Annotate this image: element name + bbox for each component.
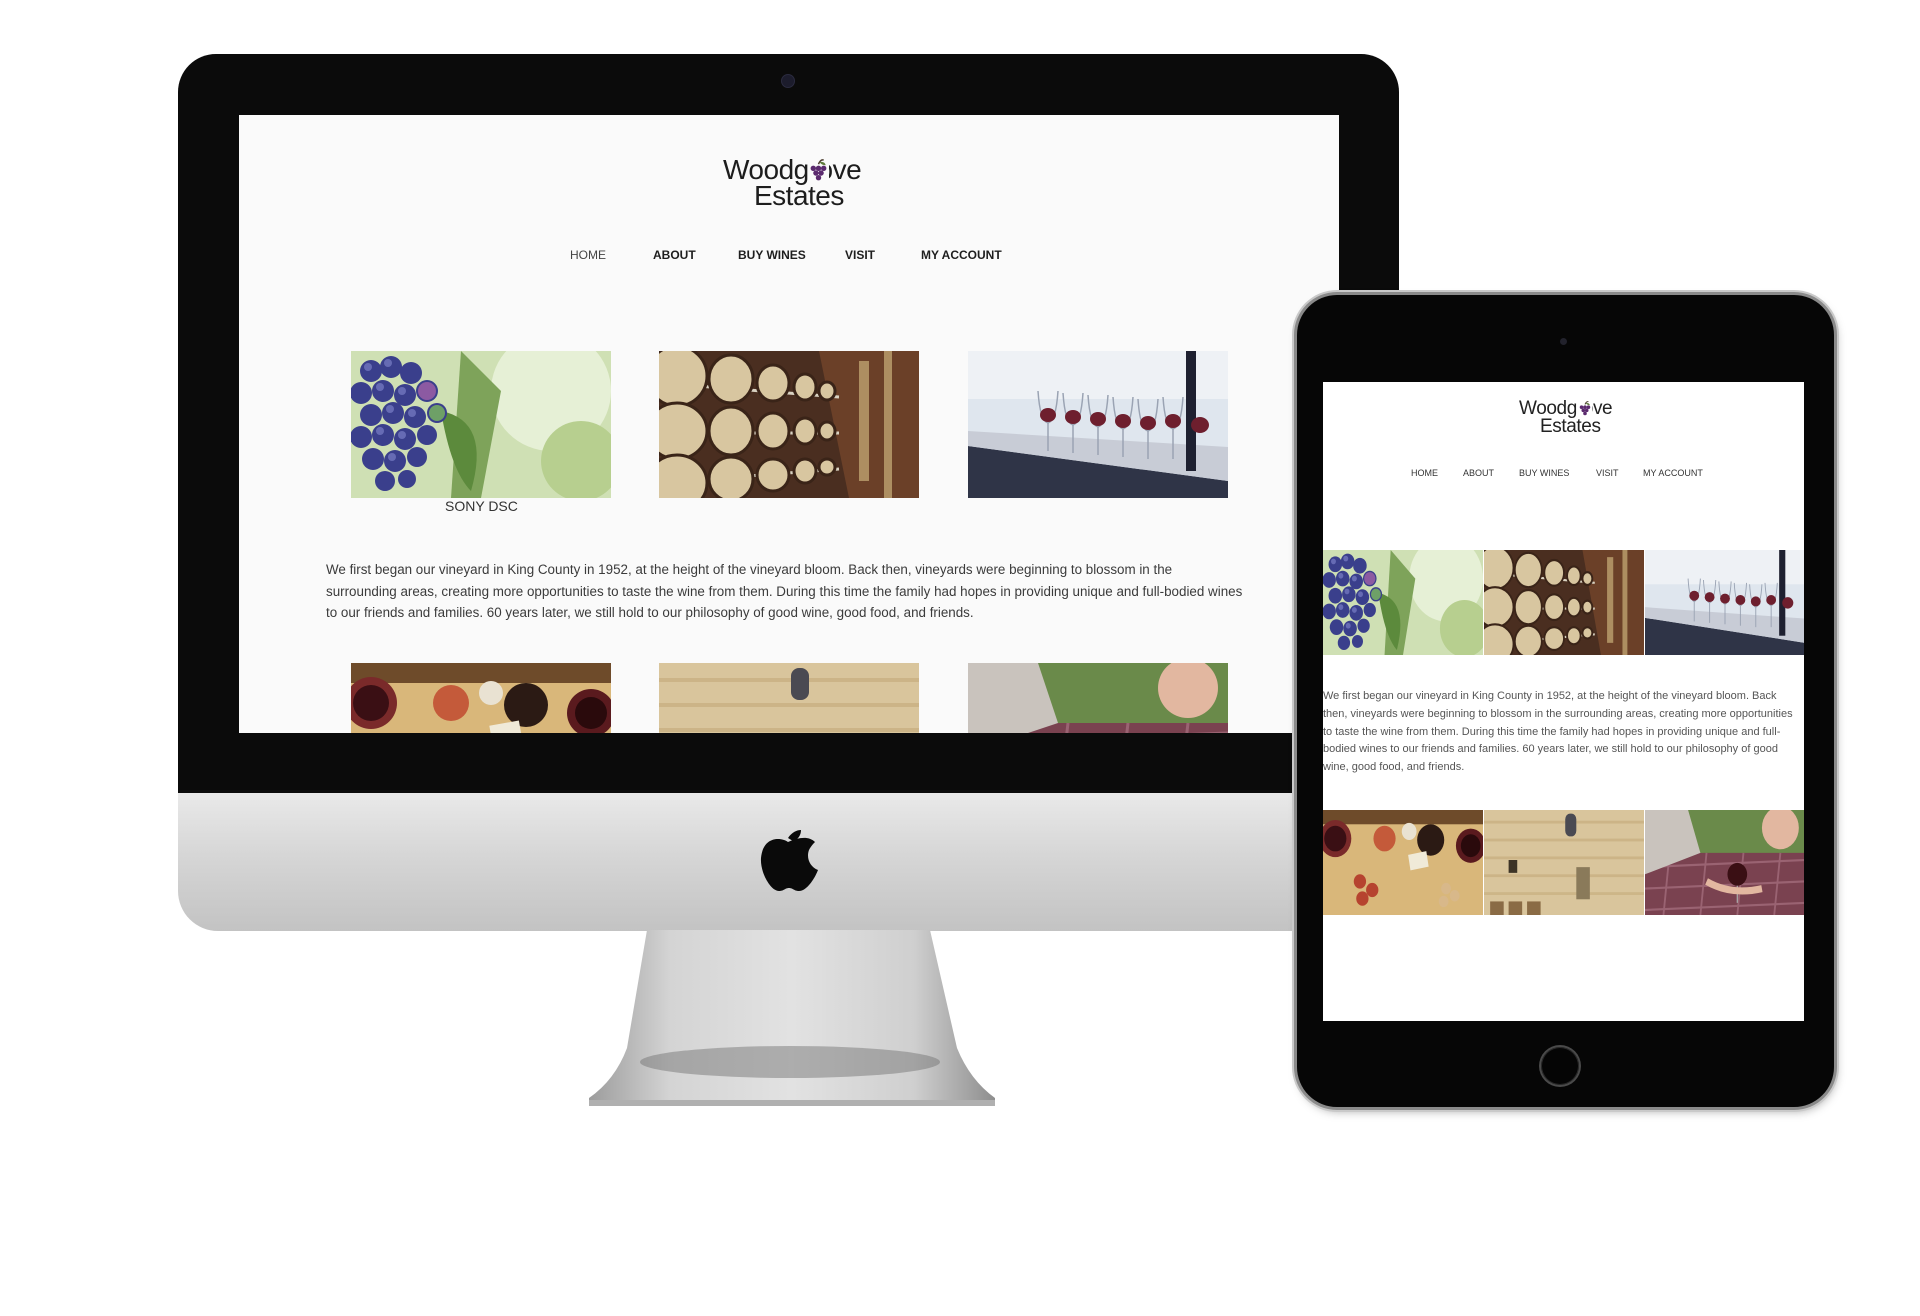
main-nav: HOME ABOUT BUY WINES VISIT MY ACCOUNT bbox=[239, 248, 1339, 268]
stone-building-photo bbox=[659, 663, 919, 733]
tablet-screen: Woodgrove Estates HOME ABOUT BUY WINES V… bbox=[1323, 382, 1804, 1021]
logo-text-line2: Estates bbox=[1540, 416, 1601, 437]
nav-about[interactable]: ABOUT bbox=[653, 248, 696, 262]
wine-glasses-photo bbox=[1645, 550, 1804, 655]
nav-home[interactable]: HOME bbox=[1411, 468, 1438, 478]
image-caption: SONY DSC bbox=[445, 498, 518, 514]
imac-camera bbox=[781, 74, 795, 88]
wine-tasting-table-photo bbox=[351, 663, 611, 733]
nav-buy-wines[interactable]: BUY WINES bbox=[1519, 468, 1569, 478]
wine-barrels-photo bbox=[1484, 550, 1644, 655]
ipad-home-button[interactable] bbox=[1541, 1047, 1579, 1085]
imac-stand bbox=[589, 930, 995, 1106]
nav-about[interactable]: ABOUT bbox=[1463, 468, 1494, 478]
main-nav: HOME ABOUT BUY WINES VISIT MY ACCOUNT bbox=[1323, 468, 1804, 482]
logo-text-line2: Estates bbox=[754, 180, 844, 211]
wine-barrels-photo bbox=[659, 351, 919, 498]
grapes-photo bbox=[351, 351, 611, 498]
intro-paragraph: We first began our vineyard in King Coun… bbox=[1323, 690, 1793, 774]
picnic-photo bbox=[968, 663, 1228, 733]
picnic-photo bbox=[1645, 810, 1804, 915]
wine-glasses-photo bbox=[968, 351, 1228, 498]
wine-tasting-table-photo bbox=[1323, 810, 1483, 915]
site-logo[interactable]: Woodgrove Estates bbox=[723, 155, 863, 213]
intro-paragraph: We first began our vineyard in King Coun… bbox=[326, 562, 1243, 621]
nav-my-account[interactable]: MY ACCOUNT bbox=[1643, 468, 1703, 478]
nav-visit[interactable]: VISIT bbox=[845, 248, 875, 262]
desktop-screen: Woodgrove Estates HOME ABOUT BUY WINES V… bbox=[239, 115, 1339, 733]
nav-home[interactable]: HOME bbox=[570, 248, 606, 262]
nav-my-account[interactable]: MY ACCOUNT bbox=[921, 248, 1002, 262]
stone-building-photo bbox=[1484, 810, 1644, 915]
grapes-photo bbox=[1323, 550, 1483, 655]
nav-buy-wines[interactable]: BUY WINES bbox=[738, 248, 806, 262]
ipad-camera bbox=[1560, 338, 1567, 345]
nav-visit[interactable]: VISIT bbox=[1596, 468, 1619, 478]
apple-logo-icon bbox=[760, 830, 818, 891]
site-logo[interactable]: Woodgrove Estates bbox=[1519, 399, 1619, 441]
